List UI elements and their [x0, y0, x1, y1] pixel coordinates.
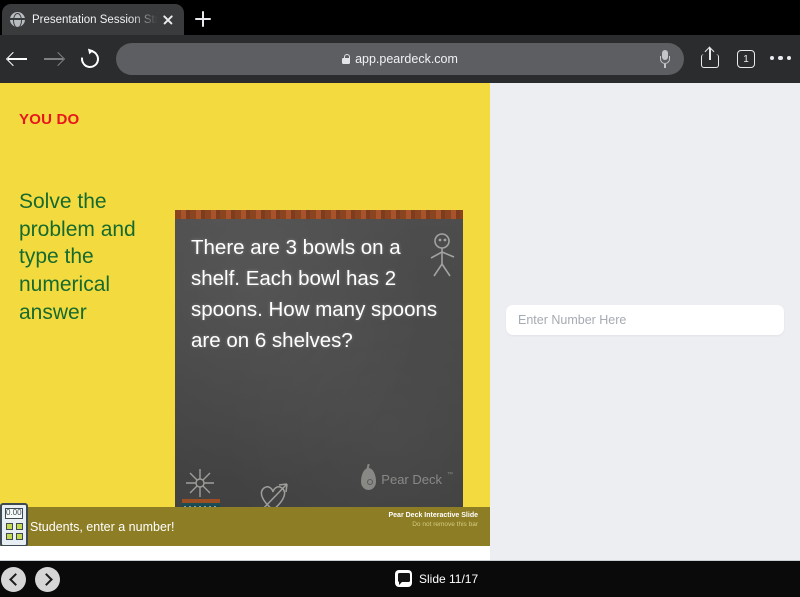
presentation-icon	[395, 570, 412, 587]
pear-deck-notice: Pear Deck Interactive Slide Do not remov…	[389, 512, 479, 528]
pear-icon	[361, 468, 377, 490]
browser-window: Presentation Session Stu app.peardeck.co…	[0, 0, 800, 597]
notice-line-2: Do not remove this bar	[412, 521, 478, 528]
url-text: app.peardeck.com	[355, 52, 458, 66]
flower-doodle	[186, 469, 214, 497]
chalkboard: There are 3 bowls on a shelf. Each bowl …	[175, 210, 463, 555]
pear-deck-interactive-bar: 0.00 Students, enter a number! Pear Deck…	[0, 503, 490, 547]
new-tab-button[interactable]	[192, 8, 214, 30]
stick-figure-doodle	[430, 233, 455, 277]
slide-navigation-bar: Slide 11/17	[0, 560, 800, 597]
more-options-icon	[770, 56, 792, 61]
share-arrow-icon	[709, 48, 711, 60]
chalkboard-top-frame	[175, 210, 463, 219]
slide-counter-label: Slide 11/17	[419, 571, 479, 586]
chalkboard-face: There are 3 bowls on a shelf. Each bowl …	[175, 219, 463, 534]
pear-deck-watermark-text: Pear Deck	[381, 471, 442, 487]
slide-counter: Slide 11/17	[395, 570, 478, 587]
pear-deck-watermark: Pear Deck ™	[361, 468, 453, 490]
slide-area: YOU DO Solve the problem and type the nu…	[0, 83, 490, 560]
globe-icon	[10, 12, 25, 27]
previous-slide-button[interactable]	[1, 566, 26, 592]
tab-title: Presentation Session Stu	[32, 13, 158, 26]
microphone-icon[interactable]	[660, 50, 670, 68]
reload-button[interactable]	[72, 41, 108, 77]
tab-bar: Presentation Session Stu	[0, 0, 800, 35]
response-panel	[490, 83, 800, 560]
calculator-icon: 0.00	[0, 503, 28, 549]
tab-overview-button[interactable]: 1	[728, 41, 764, 77]
number-input[interactable]	[506, 305, 784, 335]
trademark-symbol: ™	[447, 472, 453, 478]
forward-arrow-icon	[44, 51, 63, 67]
calculator-body: 0.00	[0, 503, 28, 547]
forward-button[interactable]	[36, 41, 72, 77]
back-arrow-icon	[8, 51, 27, 67]
next-slide-button[interactable]	[35, 566, 60, 592]
calculator-display: 0.00	[5, 508, 23, 519]
slide-heading: YOU DO	[19, 111, 80, 128]
back-button[interactable]	[0, 41, 36, 77]
tab-count-badge: 1	[737, 50, 755, 68]
notice-line-1: Pear Deck Interactive Slide	[388, 512, 479, 519]
lock-icon	[342, 54, 351, 64]
page-content: YOU DO Solve the problem and type the nu…	[0, 83, 800, 560]
browser-tab[interactable]: Presentation Session Stu	[2, 4, 184, 35]
share-button[interactable]	[692, 41, 728, 77]
slide-prompt: Solve the problem and type the numerical…	[19, 190, 136, 324]
address-bar[interactable]: app.peardeck.com	[116, 43, 684, 75]
more-options-button[interactable]	[764, 41, 800, 77]
chalkboard-question: There are 3 bowls on a shelf. Each bowl …	[191, 236, 438, 352]
browser-toolbar: app.peardeck.com 1	[0, 35, 800, 83]
close-icon[interactable]	[160, 12, 176, 28]
url-text-wrap: app.peardeck.com	[342, 52, 458, 66]
students-prompt-label: Students, enter a number!	[30, 519, 175, 534]
slide-bottom-strip	[0, 546, 490, 560]
reload-icon	[77, 46, 103, 72]
